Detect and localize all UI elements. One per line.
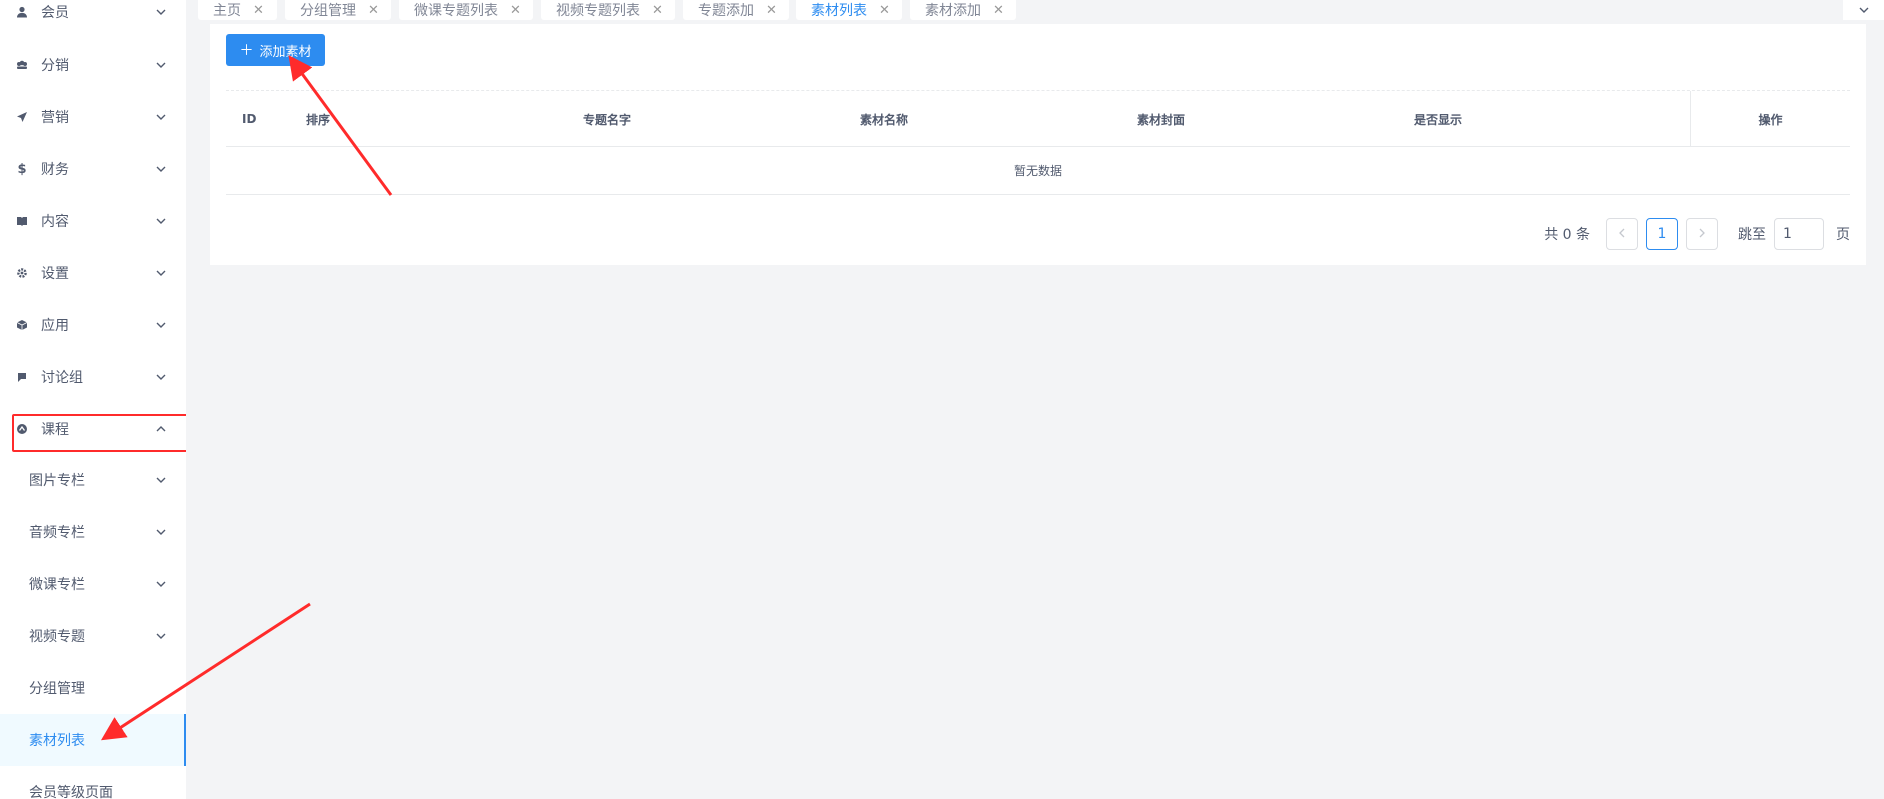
tab-group-management[interactable]: 分组管理 ✕ xyxy=(285,0,391,20)
menu-item-apps[interactable]: 应用 xyxy=(0,299,186,351)
chevron-down-icon xyxy=(154,581,168,587)
sidebar-item-microcourse-column[interactable]: 微课专栏 xyxy=(0,558,186,610)
gear-icon xyxy=(15,266,29,280)
close-icon[interactable]: ✕ xyxy=(766,4,777,18)
menu-item-settings[interactable]: 设置 xyxy=(0,247,186,299)
sidebar-item-audio-column[interactable]: 音频专栏 xyxy=(0,506,186,558)
tab-microcourse-topic-list[interactable]: 微课专题列表 ✕ xyxy=(399,0,533,20)
chevron-left-icon xyxy=(1619,226,1625,242)
column-header-sort[interactable]: 排序 xyxy=(306,91,330,147)
chevron-down-icon xyxy=(154,318,168,332)
content-card: ＋ 添加素材 ID 排序 专题名字 素材名称 素材封面 是否显示 操作 暂无数据… xyxy=(210,24,1866,265)
tab-topic-add[interactable]: 专题添加 ✕ xyxy=(683,0,789,20)
jump-suffix: 页 xyxy=(1836,227,1850,243)
table-empty-state: 暂无数据 xyxy=(226,147,1850,195)
chevron-down-icon xyxy=(154,5,168,19)
menu-item-marketing[interactable]: 营销 xyxy=(0,91,186,143)
pagination: 共 0 条 1 跳至 1 页 xyxy=(1544,218,1850,250)
chevron-up-icon xyxy=(154,422,168,436)
jump-label: 跳至 xyxy=(1738,227,1766,243)
chevron-down-icon xyxy=(154,633,168,639)
sidebar: 会员 分销 营销 $ 财务 内容 设置 应用 讨论组 课程 图片专栏 音频专栏 … xyxy=(0,0,186,799)
prev-page-button[interactable] xyxy=(1606,218,1638,250)
column-header-actions[interactable]: 操作 xyxy=(1690,91,1850,147)
tab-bar: 主页 ✕ 分组管理 ✕ 微课专题列表 ✕ 视频专题列表 ✕ 专题添加 ✕ 素材列… xyxy=(198,0,1884,20)
menu-item-member[interactable]: 会员 xyxy=(0,0,186,38)
chevron-right-icon xyxy=(1699,226,1705,242)
chevron-down-icon xyxy=(154,266,168,280)
group-icon xyxy=(15,58,29,72)
page-button-current[interactable]: 1 xyxy=(1646,218,1678,250)
cube-icon xyxy=(15,318,29,332)
close-icon[interactable]: ✕ xyxy=(510,4,521,18)
sidebar-item-member-level-page[interactable]: 会员等级页面 xyxy=(0,766,186,799)
chevron-down-icon xyxy=(154,370,168,384)
close-icon[interactable]: ✕ xyxy=(368,4,379,18)
close-icon[interactable]: ✕ xyxy=(652,4,663,18)
close-icon[interactable]: ✕ xyxy=(253,4,264,18)
tab-dropdown-button[interactable] xyxy=(1843,0,1884,20)
dollar-icon: $ xyxy=(17,161,27,177)
send-icon xyxy=(15,110,29,124)
tab-video-topic-list[interactable]: 视频专题列表 ✕ xyxy=(541,0,675,20)
next-page-button[interactable] xyxy=(1686,218,1718,250)
chevron-down-icon xyxy=(154,214,168,228)
menu-item-discussion[interactable]: 讨论组 xyxy=(0,351,186,403)
menu-item-content[interactable]: 内容 xyxy=(0,195,186,247)
chat-icon xyxy=(15,370,29,384)
close-icon[interactable]: ✕ xyxy=(879,4,890,18)
chevron-down-icon xyxy=(154,58,168,72)
chevron-down-icon xyxy=(154,110,168,124)
table-header: ID 排序 专题名字 素材名称 素材封面 是否显示 操作 xyxy=(226,91,1850,147)
sidebar-item-material-list[interactable]: 素材列表 xyxy=(0,714,186,766)
user-icon xyxy=(15,5,29,19)
pagination-total: 共 0 条 xyxy=(1544,227,1590,243)
menu-item-finance[interactable]: $ 财务 xyxy=(0,143,186,195)
chevron-down-icon xyxy=(1859,0,1869,17)
column-header-topic-name[interactable]: 专题名字 xyxy=(583,91,631,147)
plus-icon: ＋ xyxy=(239,43,254,59)
add-material-button[interactable]: ＋ 添加素材 xyxy=(226,34,325,66)
chevron-down-icon xyxy=(154,529,168,535)
tab-material-add[interactable]: 素材添加 ✕ xyxy=(910,0,1016,20)
chevron-down-icon xyxy=(154,477,168,483)
column-header-is-visible[interactable]: 是否显示 xyxy=(1414,91,1462,147)
tab-home[interactable]: 主页 ✕ xyxy=(198,0,277,20)
menu-item-course[interactable]: 课程 xyxy=(0,403,186,455)
column-header-id[interactable]: ID xyxy=(242,91,256,147)
chevron-down-icon xyxy=(154,162,168,176)
close-icon[interactable]: ✕ xyxy=(993,4,1004,18)
course-icon xyxy=(15,422,29,436)
tab-material-list[interactable]: 素材列表 ✕ xyxy=(796,0,902,20)
sidebar-item-video-topic[interactable]: 视频专题 xyxy=(0,610,186,662)
book-icon xyxy=(15,214,29,228)
sidebar-item-group-management[interactable]: 分组管理 xyxy=(0,662,186,714)
column-header-material-cover[interactable]: 素材封面 xyxy=(1137,91,1185,147)
sidebar-item-image-column[interactable]: 图片专栏 xyxy=(0,454,186,506)
material-table: ID 排序 专题名字 素材名称 素材封面 是否显示 操作 暂无数据 xyxy=(226,90,1850,195)
jump-page-input[interactable]: 1 xyxy=(1774,218,1824,250)
menu-item-distribution[interactable]: 分销 xyxy=(0,39,186,91)
column-header-material-name[interactable]: 素材名称 xyxy=(860,91,908,147)
